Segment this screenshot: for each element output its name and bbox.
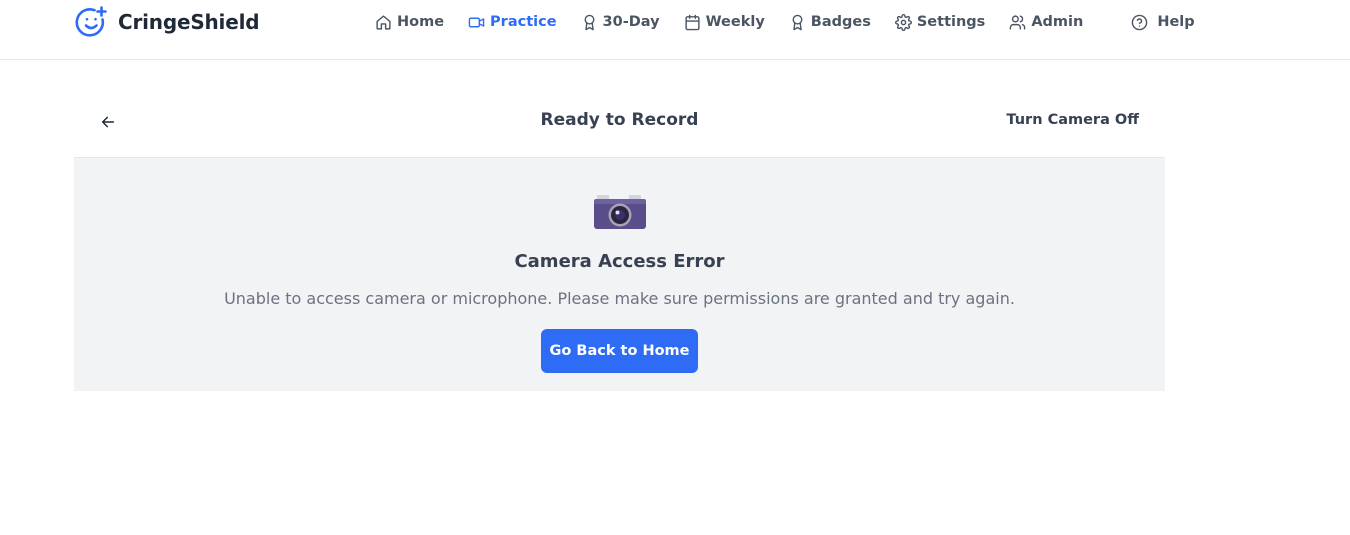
nav-item-help[interactable]: Help: [1131, 14, 1195, 31]
go-back-home-button[interactable]: Go Back to Home: [541, 329, 698, 373]
users-icon: [1010, 14, 1026, 30]
nav-item-settings[interactable]: Settings: [894, 13, 986, 31]
top-navigation-bar: CringeShield Home Practice 30-Day Weekly…: [0, 0, 1350, 60]
nav-item-practice[interactable]: Practice: [468, 14, 557, 31]
nav-item-label: Badges: [810, 14, 871, 30]
arrow-left-icon: [101, 116, 115, 128]
home-icon: [376, 14, 391, 30]
nav-item-admin[interactable]: Admin: [1009, 14, 1083, 31]
nav-item-label: Practice: [490, 14, 557, 30]
error-message: Unable to access camera or microphone. P…: [224, 289, 1015, 308]
award-ribbon-icon: [584, 14, 595, 30]
back-button[interactable]: [96, 110, 120, 134]
smiley-plus-icon: [75, 6, 107, 37]
gear-icon: [894, 13, 912, 31]
recorder-header: Ready to Record Turn Camera Off: [74, 86, 1165, 158]
nav-item-weekly[interactable]: Weekly: [684, 14, 765, 31]
nav-item-label: Settings: [916, 14, 986, 30]
camera-error-panel: Camera Access Error Unable to access cam…: [74, 158, 1165, 391]
error-title: Camera Access Error: [514, 251, 725, 272]
nav-item-label: 30-Day: [602, 14, 660, 30]
nav-item-30-day[interactable]: 30-Day: [581, 14, 660, 31]
calendar-icon: [684, 14, 700, 30]
recorder-title: Ready to Record: [540, 110, 699, 130]
nav-item-label: Admin: [1031, 14, 1084, 30]
video-camera-icon: [468, 17, 485, 27]
nav-item-badges[interactable]: Badges: [789, 14, 871, 31]
turn-camera-off-button[interactable]: Turn Camera Off: [1006, 112, 1139, 128]
main-nav: Home Practice 30-Day Weekly Badges Setti…: [375, 10, 1195, 34]
brand[interactable]: CringeShield: [75, 5, 260, 39]
nav-item-label: Home: [397, 14, 445, 30]
nav-item-home[interactable]: Home: [375, 14, 444, 31]
nav-item-label: Help: [1157, 14, 1195, 30]
app-name: CringeShield: [118, 10, 260, 34]
camera-icon: [594, 195, 646, 229]
nav-item-label: Weekly: [705, 14, 765, 30]
help-circle-icon: [1132, 14, 1148, 30]
badge-ribbon-icon: [792, 14, 803, 30]
